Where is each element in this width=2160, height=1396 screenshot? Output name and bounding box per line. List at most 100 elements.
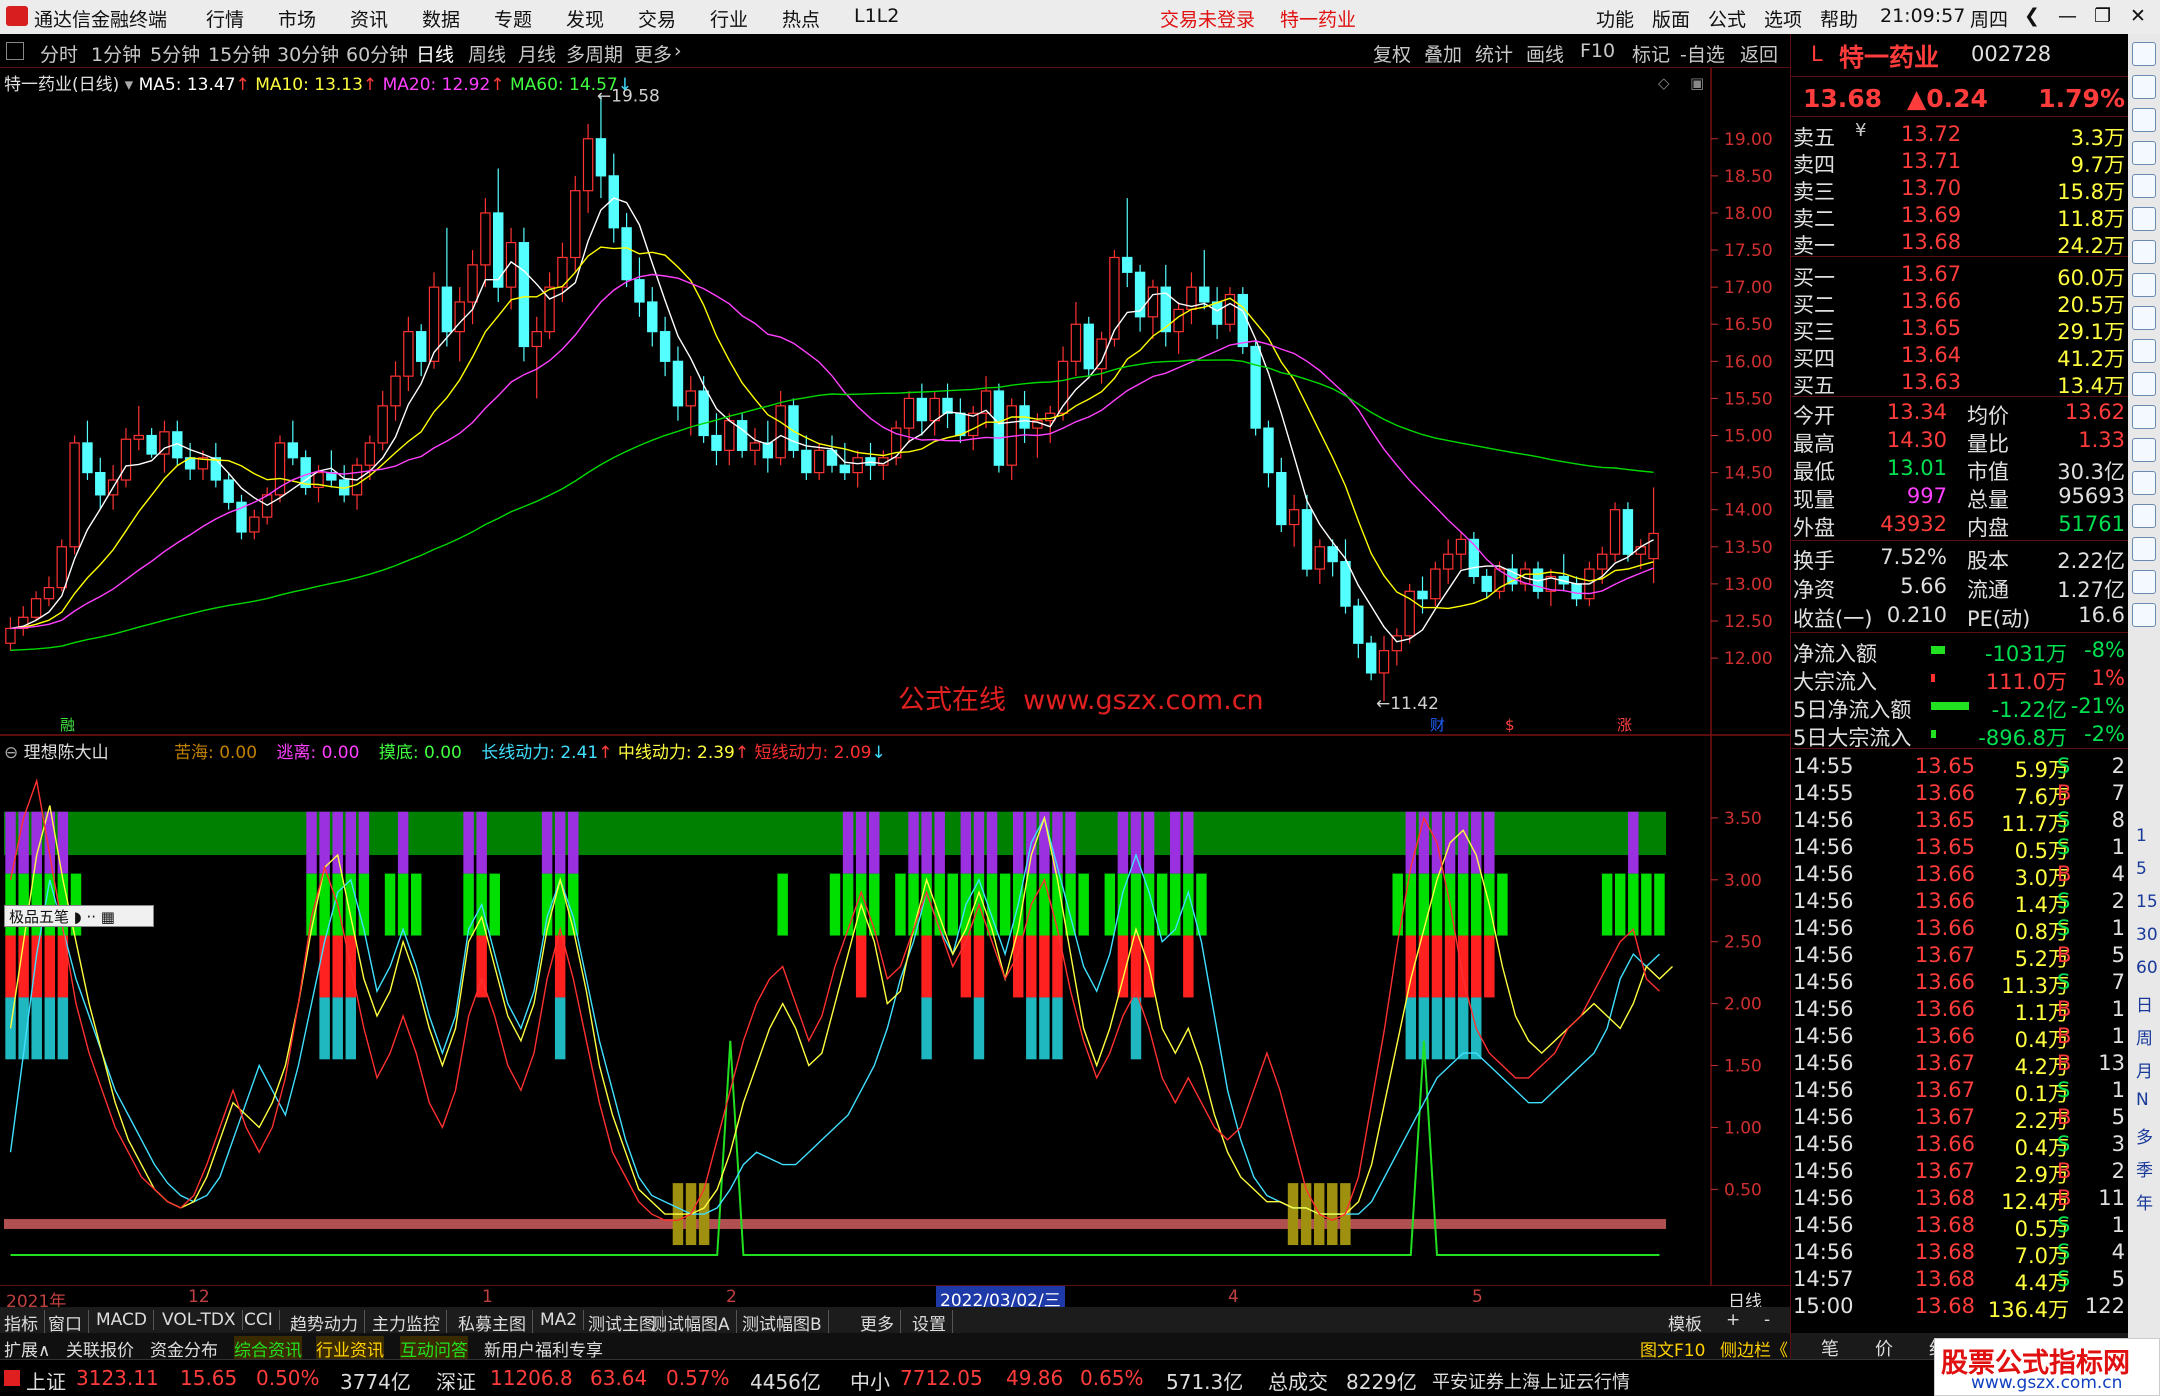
indicator-tab[interactable]: 测试幅图A [650, 1310, 737, 1335]
minimize-icon[interactable]: — [2058, 5, 2077, 27]
menu-item-hangqing[interactable]: 行情 [206, 5, 244, 32]
rsi-icon[interactable] [2132, 471, 2156, 495]
sh-label[interactable]: 上证 [26, 1366, 66, 1395]
chevron-left-icon[interactable] [2132, 42, 2156, 66]
sidebar-period-0[interactable]: 1 [2136, 826, 2147, 846]
indicator-chart[interactable]: 0.50 1.00 1.50 2.00 2.50 3.00 3.50 [0, 736, 1790, 1286]
template-tab[interactable]: - [1764, 1310, 1770, 1330]
ime-toolbar[interactable]: 极品五笔 ◗ ·· ▦ [4, 905, 154, 927]
s-icon[interactable] [2132, 570, 2156, 594]
period-60min[interactable]: 60分钟 [346, 40, 408, 67]
period-30min[interactable]: 30分钟 [277, 40, 339, 67]
menu-item-redian[interactable]: 热点 [782, 5, 820, 32]
indicator-tab[interactable]: VOL-TDX [162, 1310, 243, 1330]
indicator-tab[interactable]: 设置 [912, 1310, 953, 1335]
tool-biaoji[interactable]: 标记 [1632, 40, 1670, 67]
close-icon[interactable]: ✕ [2130, 5, 2146, 27]
period-more[interactable]: 更多 [634, 40, 672, 67]
template-tab[interactable]: + [1726, 1310, 1740, 1330]
arrow-up-icon[interactable] [2132, 75, 2156, 99]
extension-tab[interactable]: 互动问答 [400, 1336, 468, 1361]
tool-zixuan[interactable]: -自选 [1680, 40, 1725, 67]
sidebar-period-10[interactable]: 季 [2136, 1156, 2153, 1181]
sidebar-period-1[interactable]: 5 [2136, 859, 2147, 879]
menu-item-l1l2[interactable]: L1L2 [854, 5, 899, 27]
doc-icon[interactable] [2132, 273, 2156, 297]
period-1min[interactable]: 1分钟 [91, 40, 141, 67]
indicator-tab[interactable]: 窗口 [48, 1310, 89, 1335]
sidebar-period-7[interactable]: 月 [2136, 1057, 2153, 1082]
sidebar-period-5[interactable]: 日 [2136, 991, 2153, 1016]
tool-diejia[interactable]: 叠加 [1424, 40, 1462, 67]
period-multi[interactable]: 多周期 [566, 40, 623, 67]
tool-tongji[interactable]: 统计 [1475, 40, 1513, 67]
sidebar-period-2[interactable]: 15 [2136, 892, 2158, 912]
fz-icon[interactable] [2132, 372, 2156, 396]
trend-icon[interactable] [2132, 207, 2156, 231]
sz-label[interactable]: 深证 [436, 1366, 476, 1395]
settings-icon[interactable]: ▾ [125, 75, 139, 95]
f10-icon[interactable] [2132, 306, 2156, 330]
period-5min[interactable]: 5分钟 [150, 40, 200, 67]
indicator-tab[interactable]: 指标 [4, 1310, 45, 1335]
indicator-settings-icon[interactable]: ⊖ [4, 743, 24, 763]
extension-tab[interactable]: 关联报价 [66, 1336, 134, 1361]
menu-item-gongneng[interactable]: 功能 [1596, 5, 1634, 32]
extension-tab[interactable]: 新用户福利专享 [484, 1336, 603, 1361]
grid-icon[interactable] [2132, 141, 2156, 165]
tool-huaxian[interactable]: 画线 [1526, 40, 1564, 67]
chart-icon[interactable] [2132, 240, 2156, 264]
sidebar-period-6[interactable]: 周 [2136, 1024, 2153, 1049]
indicator-tab[interactable]: 私募主图 [458, 1310, 533, 1335]
sidebar-period-11[interactable]: 年 [2136, 1189, 2153, 1214]
indicator-tab[interactable]: 主力监控 [372, 1310, 447, 1335]
menu-item-gongshi[interactable]: 公式 [1708, 5, 1746, 32]
diamond-icon[interactable]: ◇ [1658, 74, 1670, 92]
template-tab[interactable]: 模板 [1668, 1310, 1702, 1335]
sidebar-period-9[interactable]: 多 [2136, 1123, 2153, 1148]
menu-item-jiaoyi[interactable]: 交易 [638, 5, 676, 32]
menu-item-faxian[interactable]: 发现 [566, 5, 604, 32]
zx-label[interactable]: 中小 [850, 1366, 890, 1395]
tool-f10[interactable]: F10 [1580, 40, 1615, 62]
back-icon[interactable]: ❮ [2024, 5, 2040, 27]
menu-item-shichang[interactable]: 市场 [278, 5, 316, 32]
menu-item-bangzhu[interactable]: 帮助 [1820, 5, 1858, 32]
period-fenshi[interactable]: 分时 [40, 40, 78, 67]
extension-tab[interactable]: 行业资讯 [316, 1336, 384, 1361]
indicator-tab[interactable]: MA2 [540, 1310, 585, 1330]
chevron-right-icon[interactable]: › [674, 40, 682, 62]
extension-tab[interactable]: 综合资讯 [234, 1336, 302, 1361]
move-icon[interactable] [2132, 504, 2156, 528]
period-weekly[interactable]: 周线 [468, 40, 506, 67]
map-icon[interactable] [2132, 438, 2156, 462]
menu-item-zixun[interactable]: 资讯 [350, 5, 388, 32]
restore-icon[interactable]: ❐ [2094, 5, 2111, 27]
indicator-tab[interactable]: CCI [244, 1310, 280, 1330]
extension-tab[interactable]: 扩展∧ [4, 1336, 50, 1361]
login-status[interactable]: 交易未登录 [1160, 5, 1255, 32]
tool-fanhui[interactable]: 返回 [1740, 40, 1778, 67]
expand-icon[interactable]: ▣ [1690, 74, 1704, 92]
grid2-icon[interactable] [2132, 339, 2156, 363]
menu-item-shuju[interactable]: 数据 [422, 5, 460, 32]
candlestick-chart[interactable]: 12.00 12.50 13.00 13.50 14.00 14.50 15.00 15.50… [0, 68, 1790, 736]
panel-tab[interactable]: 笔 [1821, 1335, 1839, 1361]
menu-item-xuanxiang[interactable]: 选项 [1764, 5, 1802, 32]
link-icon[interactable] [2132, 405, 2156, 429]
list-icon[interactable] [2132, 174, 2156, 198]
sidebar-period-8[interactable]: N [2136, 1090, 2149, 1110]
pen-icon[interactable] [2132, 537, 2156, 561]
indicator-tab[interactable]: MACD [96, 1310, 154, 1330]
menu-item-hangye[interactable]: 行业 [710, 5, 748, 32]
gear-icon[interactable] [2132, 603, 2156, 627]
menu-item-banmian[interactable]: 版面 [1652, 5, 1690, 32]
extension-tab[interactable]: 资金分布 [150, 1336, 218, 1361]
sidebar-period-3[interactable]: 30 [2136, 925, 2158, 945]
period-monthly[interactable]: 月线 [518, 40, 556, 67]
arrow-down-icon[interactable] [2132, 108, 2156, 132]
extension-right-tab[interactable]: 图文F10 [1640, 1336, 1705, 1361]
indicator-tab[interactable]: 趋势动力 [290, 1310, 365, 1335]
period-15min[interactable]: 15分钟 [208, 40, 270, 67]
panel-tab[interactable]: 价 [1875, 1335, 1893, 1361]
